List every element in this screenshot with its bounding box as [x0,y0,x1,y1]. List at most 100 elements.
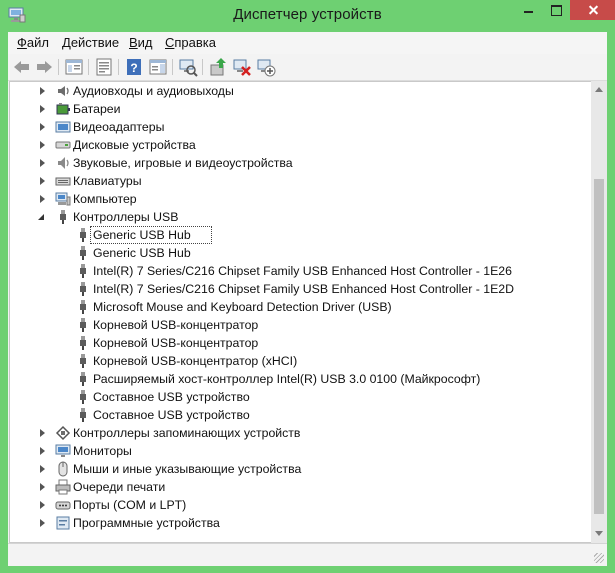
menu-file[interactable]: Файл [17,35,49,50]
disk-drive-icon [55,137,71,153]
tree-category-row[interactable]: Контроллеры запоминающих устройств [10,424,588,442]
tree-category-row[interactable]: Батареи [10,100,588,118]
expand-arrow-icon[interactable] [40,447,45,455]
audio-io-icon [55,83,71,99]
expand-arrow-icon[interactable] [40,105,45,113]
tree-row-label: Батареи [73,102,121,116]
tree-category-row[interactable]: Клавиатуры [10,172,588,190]
tree-category-row[interactable]: Дисковые устройства [10,136,588,154]
tree-category-row[interactable]: Аудиовходы и аудиовыходы [10,82,588,100]
tree-category-row[interactable]: Звуковые, игровые и видеоустройства [10,154,588,172]
tree-category-row[interactable]: Контроллеры USB [10,208,588,226]
usb-icon [75,407,91,423]
tree-device-row[interactable]: Generic USB Hub [10,244,588,262]
minimize-button[interactable] [515,0,543,20]
toolbar-separator [58,59,59,75]
tree-row-label: Контроллеры USB [73,210,179,224]
uninstall-device-icon[interactable] [232,57,252,77]
usb-icon [75,245,91,261]
toolbar: ? [8,54,607,81]
tree-row-label: Дисковые устройства [73,138,196,152]
scroll-up-arrow-icon[interactable] [595,87,603,92]
tree-category-row[interactable]: Мыши и иные указывающие устройства [10,460,588,478]
tree-row-label: Клавиатуры [73,174,142,188]
expand-arrow-icon[interactable] [40,87,45,95]
tree-category-row[interactable]: Видеоадаптеры [10,118,588,136]
software-device-icon [55,515,71,531]
tree-device-row[interactable]: Корневой USB-концентратор [10,316,588,334]
tree-device-row[interactable]: Intel(R) 7 Series/C216 Chipset Family US… [10,280,588,298]
tree-row-label: Корневой USB-концентратор [93,336,259,350]
collapse-arrow-icon[interactable] [38,214,44,220]
tree-row-label: Мониторы [73,444,132,458]
tree-row-label: Компьютер [73,192,137,206]
tree-category-row[interactable]: Очереди печати [10,478,588,496]
tree-device-row[interactable]: Intel(R) 7 Series/C216 Chipset Family US… [10,262,588,280]
tree-category-row[interactable]: Порты (COM и LPT) [10,496,588,514]
vertical-scrollbar[interactable] [591,81,607,543]
title-bar[interactable]: Диспетчер устройств [0,0,615,32]
expand-arrow-icon[interactable] [40,465,45,473]
tree-row-label: Видеоадаптеры [73,120,165,134]
tree-category-row[interactable]: Программные устройства [10,514,588,532]
usb-icon [75,335,91,351]
tree-row-label: Расширяемый хост-контроллер Intel(R) USB… [93,372,481,386]
forward-icon[interactable] [34,57,54,77]
tree-device-row[interactable]: Корневой USB-концентратор (xHCI) [10,352,588,370]
expand-arrow-icon[interactable] [40,519,45,527]
tree-row-label: Корневой USB-концентратор (xHCI) [93,354,298,368]
expand-arrow-icon[interactable] [40,429,45,437]
print-queue-icon [55,479,71,495]
expand-arrow-icon[interactable] [40,483,45,491]
tree-device-row[interactable]: Generic USB Hub [10,226,588,244]
action-pane-icon[interactable] [148,57,168,77]
tree-row-label: Программные устройства [73,516,220,530]
usb-icon [75,263,91,279]
toolbar-separator [172,59,173,75]
tree-row-label: Составное USB устройство [93,390,250,404]
scrollbar-thumb[interactable] [594,179,604,514]
tree-category-row[interactable]: Компьютер [10,190,588,208]
menu-bar: Файл Действие Вид Справка [8,32,607,54]
scan-hardware-icon[interactable] [178,57,198,77]
expand-arrow-icon[interactable] [40,177,45,185]
menu-action[interactable]: Действие [62,35,119,50]
tree-row-label: Intel(R) 7 Series/C216 Chipset Family US… [93,264,512,278]
tree-row-label: Intel(R) 7 Series/C216 Chipset Family US… [93,282,515,296]
status-bar [8,543,607,566]
back-icon[interactable] [12,57,32,77]
toolbar-separator [118,59,119,75]
add-legacy-icon[interactable] [256,57,276,77]
tree-row-label: Очереди печати [73,480,166,494]
update-driver-icon[interactable] [208,57,228,77]
scroll-down-arrow-icon[interactable] [595,531,603,536]
expand-arrow-icon[interactable] [40,501,45,509]
tree-device-row[interactable]: Составное USB устройство [10,388,588,406]
tree-device-row[interactable]: Microsoft Mouse and Keyboard Detection D… [10,298,588,316]
tree-device-row[interactable]: Расширяемый хост-контроллер Intel(R) USB… [10,370,588,388]
monitor-icon [55,443,71,459]
tree-row-label: Звуковые, игровые и видеоустройства [73,156,293,170]
tree-device-row[interactable]: Составное USB устройство [10,406,588,424]
client-area: Файл Действие Вид Справка ? Аудиовходы и… [8,32,607,566]
usb-icon [75,317,91,333]
computer-icon [55,191,71,207]
device-tree[interactable]: Аудиовходы и аудиовыходы Батареи Видеоадап… [9,81,592,543]
usb-icon [75,227,91,243]
svg-text:?: ? [130,61,137,75]
menu-help[interactable]: Справка [165,35,216,50]
expand-arrow-icon[interactable] [40,159,45,167]
expand-arrow-icon[interactable] [40,195,45,203]
show-hide-tree-icon[interactable] [64,57,84,77]
tree-category-row[interactable]: Мониторы [10,442,588,460]
expand-arrow-icon[interactable] [40,141,45,149]
tree-device-row[interactable]: Корневой USB-концентратор [10,334,588,352]
properties-icon[interactable] [94,57,114,77]
help-icon[interactable]: ? [124,57,144,77]
usb-icon [75,281,91,297]
close-button[interactable] [570,0,615,20]
maximize-button[interactable] [543,0,571,20]
expand-arrow-icon[interactable] [40,123,45,131]
menu-view[interactable]: Вид [129,35,153,50]
resize-grip-icon[interactable] [594,553,604,563]
